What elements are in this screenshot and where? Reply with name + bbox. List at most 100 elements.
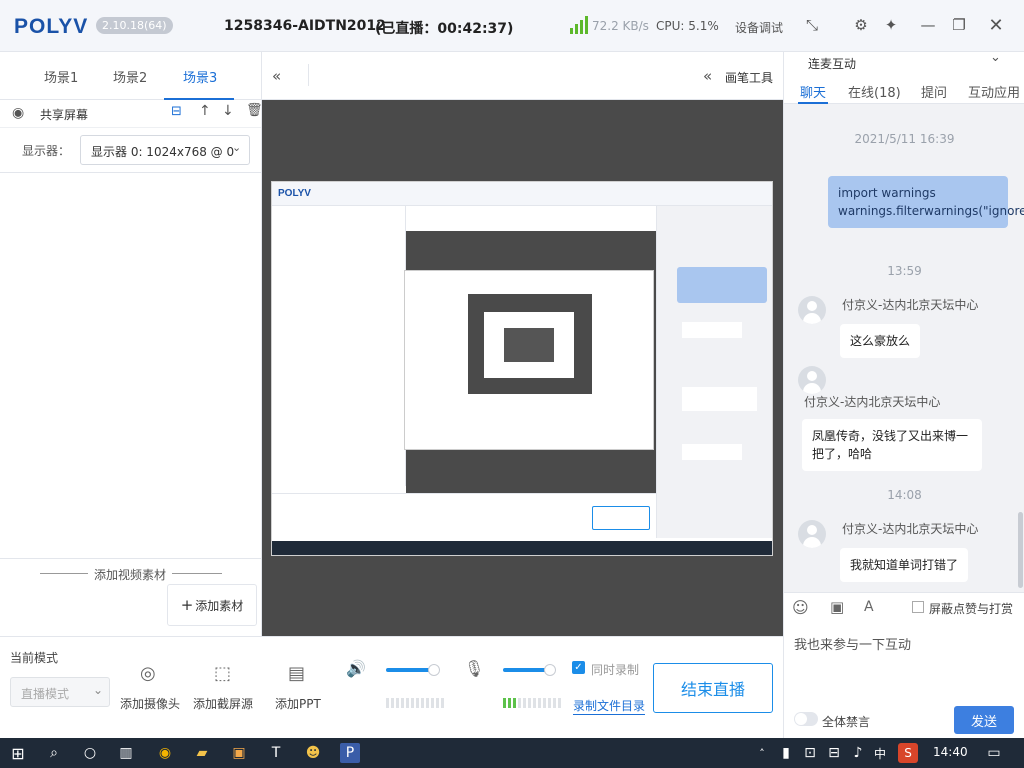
record-dir-link[interactable]: 录制文件目录 <box>573 697 646 715</box>
cortana-icon[interactable]: ○ <box>80 743 100 763</box>
speaker-icon[interactable]: 🔊 <box>346 659 366 678</box>
display-row: 显示器： 显示器 0: 1024x768 @ 0 ⌄ <box>0 128 261 172</box>
tab-online[interactable]: 在线(18) <box>848 82 901 101</box>
active-tab-underline <box>798 102 828 104</box>
add-camera-label[interactable]: 添加摄像头 <box>120 695 180 712</box>
thumb-logo: POLYV <box>278 188 311 199</box>
speaker-level-meter <box>386 698 444 708</box>
mic-level-meter <box>503 698 561 708</box>
tab-questions[interactable]: 提问 <box>921 82 947 101</box>
tab-chat[interactable]: 聊天 <box>800 82 826 101</box>
divider <box>308 64 309 86</box>
maximize-icon[interactable]: ❐ <box>948 14 970 36</box>
close-icon[interactable]: ✕ <box>985 14 1007 36</box>
display-value: 显示器 0: 1024x768 @ 0 <box>91 145 235 159</box>
windows-start-icon[interactable]: ⊞ <box>8 743 28 763</box>
live-duration: (已直播：00:42:37) <box>375 21 514 37</box>
pen-tool-label[interactable]: 画笔工具 <box>725 69 773 86</box>
mic-volume-knob[interactable] <box>544 664 556 676</box>
network-icon[interactable]: ⊟ <box>824 743 844 763</box>
ime-indicator[interactable]: 中 <box>874 745 886 762</box>
device-debug-button[interactable]: 设备调试 <box>735 19 783 36</box>
sogou-icon[interactable]: S <box>898 743 918 763</box>
emoji-icon[interactable]: ☺ <box>792 598 809 617</box>
end-live-button[interactable]: 结束直播 <box>653 663 773 713</box>
tab-scene-3[interactable]: 场景3 <box>183 67 217 86</box>
pen-tool-collapse-icon[interactable]: « <box>703 67 712 85</box>
version-badge: 2.10.18(64) <box>96 17 173 34</box>
display-label: 显示器： <box>22 144 71 158</box>
microphone-icon[interactable]: 🎙 <box>464 659 484 678</box>
tab-scene-2[interactable]: 场景2 <box>113 67 147 86</box>
signal-icon <box>570 16 590 34</box>
mode-value: 直播模式 <box>21 687 70 701</box>
polyv-taskbar-icon[interactable]: P <box>340 743 360 763</box>
speaker-volume-knob[interactable] <box>428 664 440 676</box>
send-button[interactable]: 发送 <box>954 706 1014 734</box>
mute-all-toggle[interactable] <box>794 712 818 726</box>
mic-tray-icon[interactable]: ▮ <box>776 743 796 763</box>
volume-tray-icon[interactable]: ♪ <box>848 743 868 763</box>
tab-interactive-apps[interactable]: 互动应用 <box>968 82 1020 101</box>
source-name: 共享屏幕 <box>40 108 89 122</box>
search-icon[interactable]: ⌕ <box>44 743 64 763</box>
typora-icon[interactable]: T <box>266 743 286 763</box>
add-material-button[interactable]: + 添加素材 <box>167 584 257 626</box>
mode-select[interactable]: 直播模式 ⌄ <box>10 677 110 707</box>
source-row[interactable]: ◉ 共享屏幕 ⊟ ↑ ↓ 🗑 <box>0 100 263 128</box>
minimize-icon[interactable]: — <box>917 14 939 36</box>
net-speed: 72.2 KB/s <box>592 19 649 33</box>
taskbar-clock[interactable]: 14:40 <box>933 745 968 759</box>
windows-taskbar: ⊞ ⌕ ○ ▥ ◉ ▰ ▣ T ☻ P ˄ ▮ ⊡ ⊟ ♪ 中 S 14:40 … <box>0 738 1024 768</box>
eye-icon[interactable]: ◉ <box>12 105 24 121</box>
gear-icon[interactable]: ⚙ <box>850 14 872 36</box>
collapse-icon[interactable]: ⤡ <box>801 14 823 36</box>
chat-app-icon[interactable]: ☻ <box>303 743 323 763</box>
notification-icon[interactable]: ▭ <box>984 743 1004 763</box>
move-up-icon[interactable]: ↑ <box>199 103 211 119</box>
cpu-usage: CPU: 5.1% <box>656 19 719 33</box>
chat-bubble-other: 我就知道单词打错了 <box>840 548 969 582</box>
control-bar: 当前模式 直播模式 ⌄ ◎ 添加摄像头 ⬚ 添加截屏源 ▤ 添加PPT 🔊 🎙 … <box>0 636 783 738</box>
video-material-label: 添加视频素材 <box>88 566 173 583</box>
chat-bubble-me: import warnings warnings.filterwarnings(… <box>828 176 1024 228</box>
screen-capture-icon[interactable]: ⬚ <box>214 663 231 684</box>
image-icon[interactable]: ▣ <box>830 598 844 616</box>
chat-timestamp: 2021/5/11 16:39 <box>854 132 955 146</box>
chrome-icon[interactable]: ◉ <box>155 743 175 763</box>
folder-icon[interactable]: ▰ <box>192 743 212 763</box>
collapse-source-icon[interactable]: ⊟ <box>171 104 182 119</box>
tab-scene-1[interactable]: 场景1 <box>44 67 78 86</box>
chat-panel: 连麦互动 ⌄ 聊天 在线(18) 提问 互动应用 2021/5/11 16:39… <box>783 50 1024 738</box>
font-size-icon[interactable]: A <box>864 599 874 615</box>
pin-icon[interactable]: ✦ <box>880 14 902 36</box>
divider <box>0 172 262 173</box>
display-select[interactable]: 显示器 0: 1024x768 @ 0 <box>80 135 250 165</box>
sync-record-label: 同时录制 <box>591 663 640 677</box>
camera-icon[interactable]: ◎ <box>140 663 156 684</box>
collapse-left-icon[interactable]: « <box>272 67 281 85</box>
add-capture-label[interactable]: 添加截屏源 <box>193 695 253 712</box>
task-view-icon[interactable]: ▥ <box>116 743 136 763</box>
app-icon[interactable]: ▣ <box>229 743 249 763</box>
chat-username: 付京义-达内北京天坛中心 <box>842 522 979 536</box>
chevron-up-icon[interactable]: ˄ <box>752 743 772 763</box>
tray-icon[interactable]: ⊡ <box>800 743 820 763</box>
ppt-icon[interactable]: ▤ <box>288 663 305 684</box>
sync-record-checkbox[interactable]: ✓ <box>572 661 585 674</box>
chat-toolbar: ☺ ▣ A 屏蔽点赞与打赏 <box>784 592 1024 622</box>
chevron-down-icon: ⌄ <box>232 141 242 154</box>
block-likes-checkbox[interactable] <box>912 601 924 613</box>
divider <box>0 558 262 559</box>
title-bar: POLYV 2.10.18(64) 1258346-AIDTN2012 (已直播… <box>0 0 1024 52</box>
scene-tabs: 场景1 场景2 场景3 <box>0 52 261 100</box>
chat-timestamp: 14:08 <box>887 488 922 502</box>
trash-icon[interactable]: 🗑 <box>246 103 263 118</box>
add-ppt-label[interactable]: 添加PPT <box>275 695 321 712</box>
avatar <box>798 296 826 324</box>
chevron-down-icon[interactable]: ⌄ <box>990 50 1001 65</box>
chat-username: 付京义-达内北京天坛中心 <box>804 395 941 409</box>
chat-header: 连麦互动 ⌄ 聊天 在线(18) 提问 互动应用 <box>784 50 1024 104</box>
chat-scrollbar[interactable] <box>1018 512 1023 588</box>
move-down-icon[interactable]: ↓ <box>222 103 234 119</box>
